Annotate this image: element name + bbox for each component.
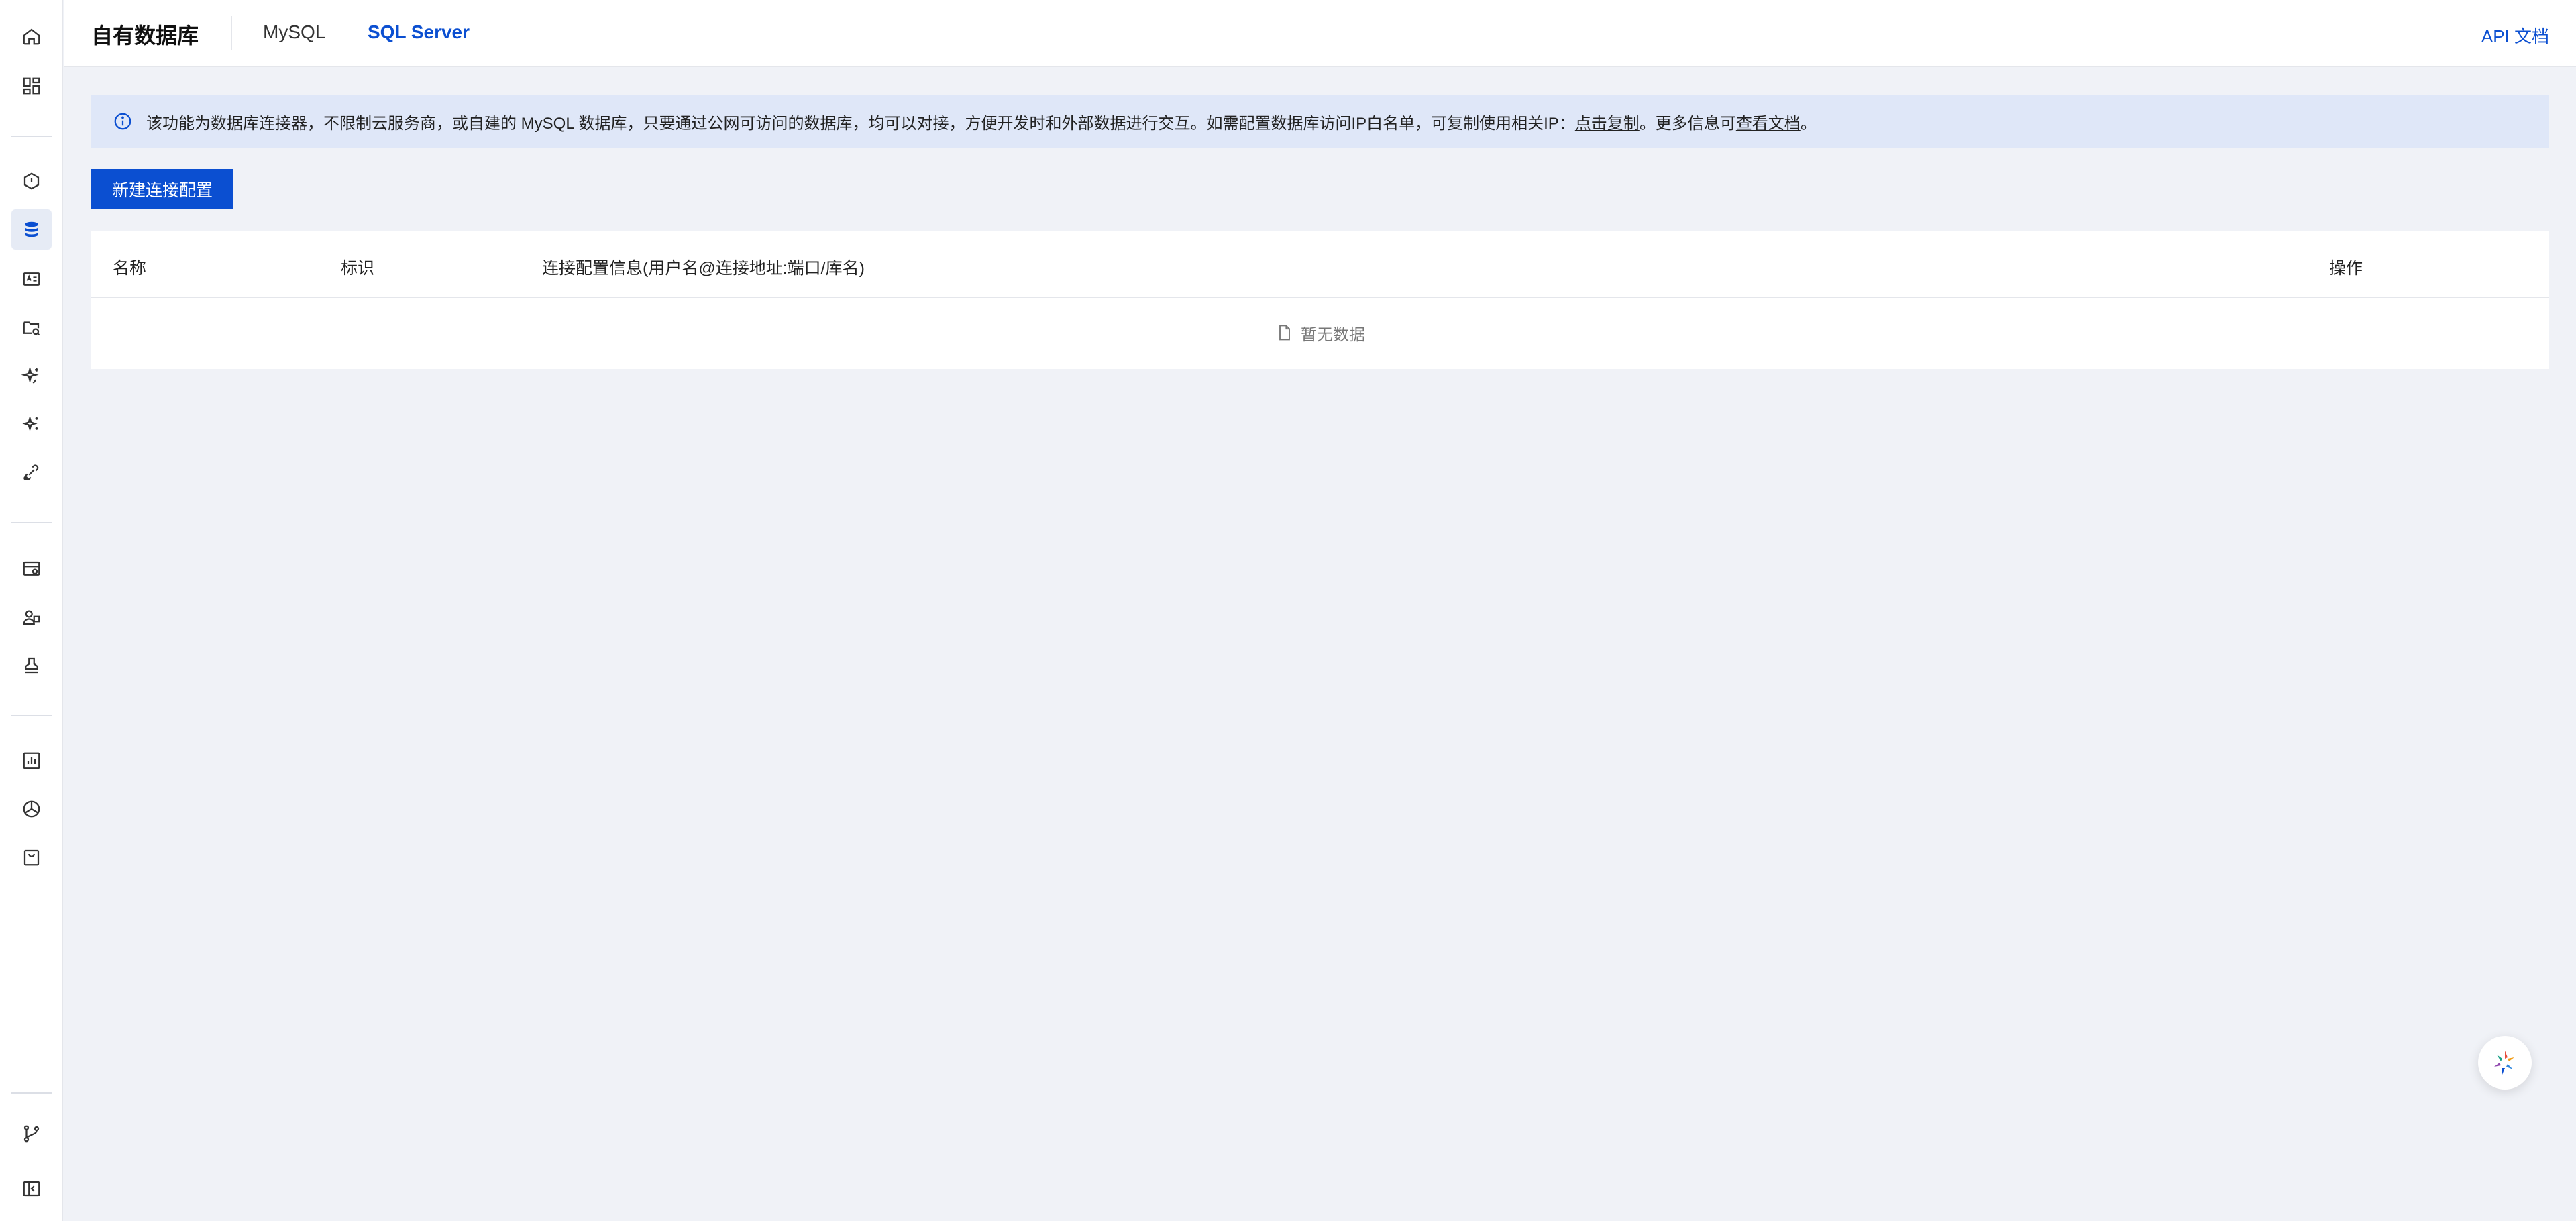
magic-icon bbox=[22, 415, 38, 432]
api-docs-link[interactable]: API 文档 bbox=[2481, 23, 2549, 48]
sidebar-collapse[interactable] bbox=[11, 1169, 52, 1209]
sidebar-divider bbox=[11, 522, 52, 523]
bag-icon bbox=[23, 849, 40, 866]
apps-icon bbox=[23, 77, 40, 95]
banner-text-end: 。 bbox=[1800, 114, 1817, 133]
table-header: 名称 标识 连接配置信息(用户名@连接地址:端口/库名) 操作 bbox=[91, 231, 2549, 298]
stamp-icon bbox=[25, 657, 38, 674]
sparkle-icon bbox=[21, 366, 39, 384]
page-title: 自有数据库 bbox=[91, 23, 199, 48]
sidebar bbox=[0, 0, 63, 1221]
sidebar-item-identity[interactable] bbox=[11, 259, 52, 299]
git-branch-icon bbox=[23, 1125, 40, 1143]
sidebar-item-monitor[interactable] bbox=[11, 549, 52, 589]
column-header-actions: 操作 bbox=[2329, 259, 2363, 278]
column-header-name: 名称 bbox=[113, 259, 147, 278]
sidebar-item-home[interactable] bbox=[11, 16, 52, 56]
sidebar-item-database[interactable] bbox=[11, 209, 52, 250]
sidebar-item-security[interactable] bbox=[11, 161, 52, 201]
file-icon bbox=[1279, 325, 1290, 341]
sidebar-item-analytics[interactable] bbox=[11, 741, 52, 781]
info-banner: 该功能为数据库连接器，不限制云服务商，或自建的 MySQL 数据库，只要通过公网… bbox=[91, 95, 2549, 148]
banner-text-more: 。更多信息可 bbox=[1639, 114, 1736, 133]
home-icon bbox=[23, 28, 40, 45]
top-header: 自有数据库 MySQL SQL Server API 文档 bbox=[64, 0, 2576, 67]
connections-table: 名称 标识 连接配置信息(用户名@连接地址:端口/库名) 操作 暂无数据 bbox=[91, 231, 2549, 369]
sidebar-item-ai[interactable] bbox=[11, 356, 52, 396]
link-icon bbox=[23, 464, 39, 480]
sidebar-divider bbox=[11, 1092, 52, 1094]
column-header-identifier: 标识 bbox=[341, 259, 375, 278]
sidebar-divider bbox=[11, 136, 52, 137]
chart-icon bbox=[23, 752, 40, 769]
database-icon bbox=[25, 221, 38, 237]
sidebar-item-version[interactable] bbox=[11, 1114, 52, 1154]
cube-icon bbox=[23, 800, 40, 818]
info-icon bbox=[114, 113, 131, 130]
sidebar-item-connector[interactable] bbox=[11, 452, 52, 492]
shield-icon bbox=[23, 172, 40, 190]
sidebar-item-magic[interactable] bbox=[11, 404, 52, 444]
sidebar-item-apps[interactable] bbox=[11, 66, 52, 106]
copy-ip-link[interactable]: 点击复制 bbox=[1575, 110, 1640, 134]
new-connection-button[interactable]: 新建连接配置 bbox=[91, 169, 233, 209]
sidebar-item-market[interactable] bbox=[11, 837, 52, 878]
sidebar-item-storage[interactable] bbox=[11, 307, 52, 348]
tab-sql-server[interactable]: SQL Server bbox=[368, 21, 470, 43]
empty-text: 暂无数据 bbox=[1301, 325, 1365, 344]
folder-search-icon bbox=[23, 321, 40, 336]
sidebar-divider bbox=[11, 715, 52, 716]
assistant-button[interactable] bbox=[2478, 1036, 2532, 1090]
id-card-icon bbox=[23, 272, 40, 286]
column-header-connection-info: 连接配置信息(用户名@连接地址:端口/库名) bbox=[542, 259, 865, 278]
collapse-icon bbox=[23, 1181, 40, 1197]
banner-text: 该功能为数据库连接器，不限制云服务商，或自建的 MySQL 数据库，只要通过公网… bbox=[146, 114, 1575, 133]
sidebar-item-approval[interactable] bbox=[11, 645, 52, 686]
table-empty-state: 暂无数据 bbox=[91, 298, 2549, 368]
assistant-logo-icon bbox=[2494, 1051, 2514, 1075]
users-icon bbox=[23, 610, 40, 625]
sidebar-item-components[interactable] bbox=[11, 789, 52, 829]
monitor-icon bbox=[23, 561, 40, 576]
sidebar-item-users[interactable] bbox=[11, 597, 52, 637]
view-docs-link[interactable]: 查看文档 bbox=[1736, 110, 1801, 134]
tab-mysql[interactable]: MySQL bbox=[263, 21, 325, 43]
header-divider bbox=[231, 16, 232, 50]
